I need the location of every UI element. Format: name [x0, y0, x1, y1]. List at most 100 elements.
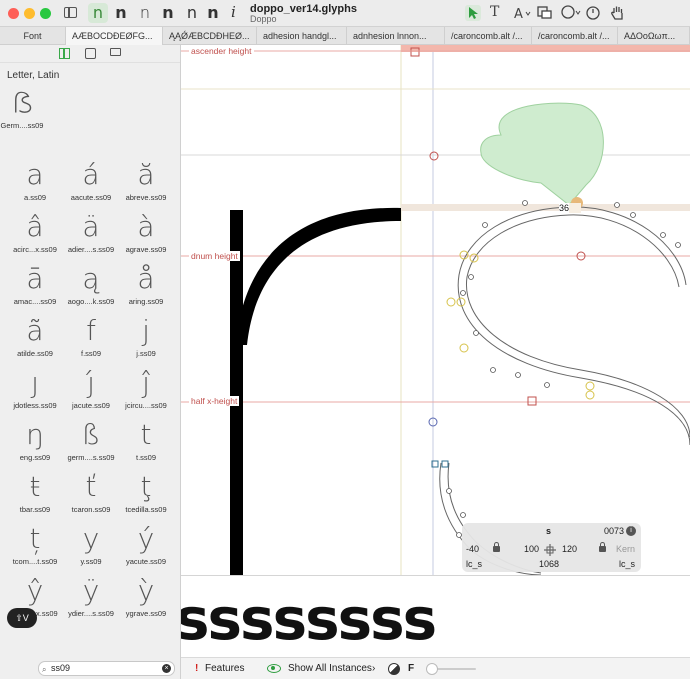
glyph-cell[interactable]: ţ tcedilla.ss09: [118, 469, 174, 514]
glyph-char: ȷ́: [87, 366, 95, 399]
select-tool-icon[interactable]: [465, 5, 481, 21]
glyph-cell[interactable]: f f.ss09: [63, 313, 119, 358]
glyph-cell[interactable]: ā amac....ss09: [7, 261, 63, 306]
metric-label-dnum: dnum height: [189, 251, 240, 261]
weight-black-button[interactable]: n: [158, 3, 178, 23]
glyph-name: acirc...x.ss09: [13, 245, 57, 254]
kern-lock-icon[interactable]: [599, 542, 606, 552]
metrics-link-icon[interactable]: [542, 543, 558, 557]
edit-canvas[interactable]: 36 ascender height dnum height half x-he…: [181, 45, 690, 575]
glyph-cell[interactable]: ä adier....s.ss09: [63, 209, 119, 254]
chevron-down-icon[interactable]: ›: [372, 663, 375, 674]
glyph-outline-view[interactable]: [181, 45, 690, 575]
glyph-cell[interactable]: t t.ss09: [118, 417, 174, 462]
weight-heavy-button[interactable]: n: [203, 3, 223, 23]
grid-view-icon[interactable]: [59, 48, 70, 59]
kern-field[interactable]: Kern: [616, 544, 635, 554]
glyph-char: â: [26, 210, 44, 243]
glyph-cell[interactable]: ȷ́ jacute.ss09: [63, 365, 119, 410]
sidebar-toggle-icon[interactable]: [64, 7, 77, 18]
weight-light-button[interactable]: n: [135, 3, 155, 23]
preview-view-icon[interactable]: [110, 48, 121, 56]
clear-search-icon[interactable]: ×: [162, 664, 171, 673]
lsb-field[interactable]: -40: [466, 544, 479, 554]
glyph-cell[interactable]: ą aogo....k.ss09: [63, 261, 119, 306]
glyph-cell[interactable]: â acirc...x.ss09: [7, 209, 63, 254]
glyph-cell[interactable]: y y.ss09: [63, 521, 119, 566]
glyph-char: à: [137, 210, 155, 243]
close-window-button[interactable]: [8, 8, 19, 19]
glyph-cell[interactable]: ỳ ygrave.ss09: [118, 573, 174, 618]
measure-tool-icon[interactable]: [586, 5, 604, 20]
tab-bar: Font AÆBOCDÐEØFG... ĄĄǾÆBCDÐHEØ... adhes…: [0, 27, 690, 45]
rsb-field[interactable]: 120: [562, 544, 577, 554]
instances-dropdown[interactable]: Show All Instances: [288, 663, 372, 674]
lsb-lock-icon[interactable]: [493, 542, 500, 552]
advance-field[interactable]: 1068: [539, 559, 559, 569]
eye-icon[interactable]: [267, 664, 281, 673]
text-tool-icon[interactable]: T: [490, 4, 499, 20]
glyph-cell[interactable]: ă abreve.ss09: [118, 157, 174, 202]
zoom-window-button[interactable]: [40, 8, 51, 19]
glyph-cell[interactable]: ŧ tbar.ss09: [7, 469, 63, 514]
glyph-cell[interactable]: ß germ....s.ss09: [63, 417, 119, 462]
glyph-cell[interactable]: j j.ss09: [118, 313, 174, 358]
glyph-char: å: [137, 262, 155, 295]
document-subtitle: Doppo: [250, 14, 277, 24]
tab-edit-1[interactable]: AÆBOCDÐEØFG...: [66, 27, 163, 45]
hand-tool-icon[interactable]: [610, 4, 626, 21]
glyph-cell[interactable]: å aring.ss09: [118, 261, 174, 306]
info-icon[interactable]: i: [231, 3, 236, 21]
glyph-cell[interactable]: ÿ ydier....s.ss09: [63, 573, 119, 618]
shortcut-button[interactable]: ⇧V: [7, 608, 37, 628]
glyph-char: ŧ: [29, 470, 41, 503]
tab-edit-2[interactable]: ĄĄǾÆBCDÐHEØ...: [163, 27, 257, 45]
tab-edit-6[interactable]: /caroncomb.alt /...: [532, 27, 618, 45]
tab-edit-7[interactable]: AΔΟοΩωπ...: [618, 27, 690, 45]
tab-edit-3[interactable]: adhesion handgl...: [257, 27, 347, 45]
glyph-name: tcedilla.ss09: [125, 505, 167, 514]
glyph-name: jcircu....ss09: [125, 401, 167, 410]
glyph-cell[interactable]: ý yacute.ss09: [118, 521, 174, 566]
glyph-cell[interactable]: ť tcaron.ss09: [63, 469, 119, 514]
glyph-cell[interactable]: à agrave.ss09: [118, 209, 174, 254]
glyph-char: f: [86, 314, 96, 347]
annotation-tool-icon[interactable]: A: [513, 6, 531, 20]
weight-regular-button[interactable]: n: [182, 3, 202, 23]
weight-bold-button[interactable]: n: [111, 3, 131, 23]
f-label: F: [408, 663, 415, 674]
tab-font[interactable]: Font: [0, 27, 66, 45]
glyph-unicode: 0073: [604, 526, 625, 536]
contrast-icon[interactable]: [388, 663, 400, 675]
search-input[interactable]: ⌕ ss09 ×: [38, 661, 175, 676]
glyph-char: ã: [26, 314, 44, 347]
minimize-window-button[interactable]: [24, 8, 35, 19]
info-icon[interactable]: i: [626, 526, 636, 536]
glyph-cell[interactable]: ã atilde.ss09: [7, 313, 63, 358]
glyph-char: ÿ: [82, 574, 100, 607]
features-button[interactable]: Features: [205, 663, 244, 674]
glyph-cell[interactable]: ĵ jcircu....ss09: [118, 365, 174, 410]
glyph-cell[interactable]: ț tcom....t.ss09: [7, 521, 63, 566]
right-group-field[interactable]: lc_s: [619, 559, 635, 569]
glyph-cell[interactable]: ŋ eng.ss09: [7, 417, 63, 462]
glyph-name: j.ss09: [136, 349, 156, 358]
glyph-name: Germ....ss09: [0, 121, 44, 130]
shape-tool-icon[interactable]: [537, 5, 555, 20]
width-field[interactable]: 100: [524, 544, 539, 554]
glyph-cell[interactable]: á aacute.ss09: [63, 157, 119, 202]
glyph-cell[interactable]: ȷ jdotless.ss09: [7, 365, 63, 410]
oval-tool-icon[interactable]: [561, 5, 581, 20]
tab-edit-4[interactable]: adnhesion lnnon...: [347, 27, 445, 45]
glyph-cell[interactable]: a a.ss09: [7, 157, 63, 202]
features-warning-icon: !: [195, 663, 199, 674]
weight-thin-button[interactable]: n: [88, 3, 108, 23]
glyph-name: a.ss09: [23, 193, 47, 202]
tab-edit-5[interactable]: /caroncomb.alt /...: [445, 27, 532, 45]
glyph-cell[interactable]: ẞ Germ....ss09: [0, 85, 50, 130]
node-badge: 36: [559, 203, 570, 213]
slider-knob[interactable]: [426, 663, 438, 675]
pages-view-icon[interactable]: [85, 48, 96, 59]
left-group-field[interactable]: lc_s: [466, 559, 482, 569]
glyph-info-panel: s 0073 i -40 100 120 Kern lc_s 1068 lc_s: [462, 523, 641, 572]
